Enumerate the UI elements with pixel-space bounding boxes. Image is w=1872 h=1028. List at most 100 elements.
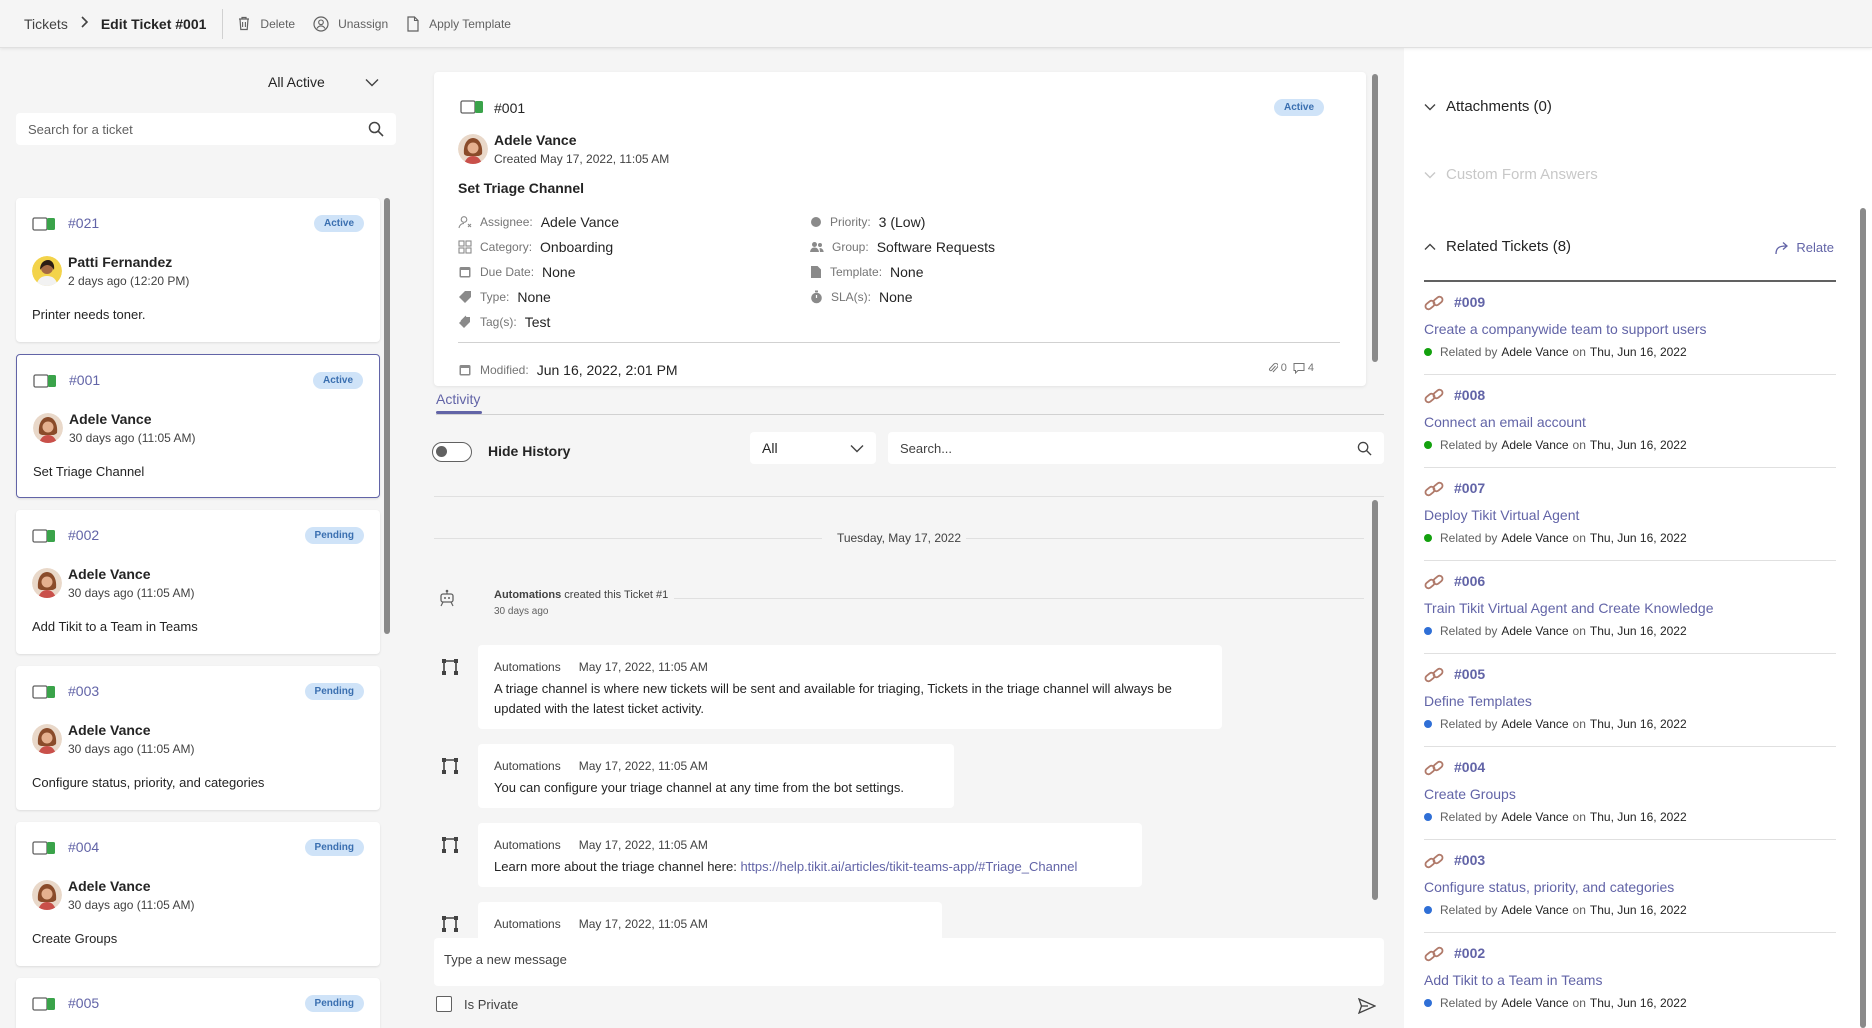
related-by-label: Related by [1440, 345, 1498, 359]
attachments-section-header[interactable]: Attachments (0) [1424, 98, 1552, 115]
search-icon[interactable] [1357, 441, 1372, 456]
send-icon[interactable] [1357, 997, 1377, 1017]
related-on-label: on [1572, 345, 1586, 359]
ticket-card[interactable]: #002 Pending Adele Vance 30 days ago (11… [16, 510, 380, 654]
feed-scrollbar[interactable] [1372, 500, 1378, 900]
ticket-id[interactable]: #021 [68, 215, 99, 231]
modified-label: Modified: [480, 363, 529, 377]
ticket-card-selected[interactable]: #001 Active Adele Vance 30 days ago (11:… [16, 354, 380, 498]
related-ticket-item[interactable]: #009 Create a companywide team to suppor… [1424, 282, 1836, 375]
tags-field[interactable]: Tag(s): Test [458, 314, 550, 330]
link-icon [1424, 386, 1444, 409]
related-ticket-item[interactable]: #004 Create Groups Related by Adele Vance… [1424, 747, 1836, 840]
status-dot [1424, 627, 1432, 635]
link-icon [1424, 479, 1444, 502]
related-ticket-id[interactable]: #008 [1454, 387, 1485, 403]
breadcrumb-tickets[interactable]: Tickets [24, 16, 68, 32]
ticket-search-input[interactable]: Search for a ticket [16, 113, 396, 145]
related-by: Related by Adele Vance on Thu, Jun 16, 2022 [1424, 438, 1691, 452]
assignee-field[interactable]: Assignee: Adele Vance [458, 214, 619, 230]
ticket-id[interactable]: #004 [68, 839, 99, 855]
message-time: May 17, 2022, 11:05 AM [578, 838, 708, 852]
related-ticket-title[interactable]: Deploy Tikit Virtual Agent [1424, 507, 1579, 523]
ticket-list-scrollbar[interactable] [384, 198, 390, 634]
ticket-id[interactable]: #005 [68, 995, 99, 1011]
related-date: Thu, Jun 16, 2022 [1589, 996, 1687, 1010]
system-event: Automations created this Ticket #1 [494, 589, 675, 601]
related-ticket-item[interactable]: #002 Add Tikit to a Team in Teams Relate… [1424, 933, 1836, 1026]
related-date: Thu, Jun 16, 2022 [1589, 717, 1687, 731]
priority-label: Priority: [830, 215, 871, 229]
ticket-card[interactable]: #005 Pending [16, 978, 380, 1028]
related-ticket-id[interactable]: #004 [1454, 759, 1485, 775]
unassign-button[interactable]: Unassign [313, 15, 388, 32]
relate-button[interactable]: Relate [1774, 240, 1834, 255]
avatar [32, 724, 62, 754]
checkbox[interactable] [436, 996, 452, 1012]
activity-search-input[interactable]: Search... [888, 432, 1384, 464]
category-field[interactable]: Category: Onboarding [458, 239, 613, 255]
related-ticket-id[interactable]: #005 [1454, 666, 1485, 682]
hide-history-label: Hide History [488, 443, 571, 459]
related-by-user: Adele Vance [1501, 438, 1569, 452]
related-ticket-title[interactable]: Train Tikit Virtual Agent and Create Kno… [1424, 600, 1714, 616]
message: Automations May 17, 2022, 11:05 AM [478, 902, 942, 938]
related-ticket-id[interactable]: #006 [1454, 573, 1485, 589]
side-panel-scrollbar[interactable] [1860, 208, 1866, 1028]
status-badge[interactable]: Active [1273, 99, 1324, 116]
related-ticket-item[interactable]: #006 Train Tikit Virtual Agent and Creat… [1424, 561, 1836, 654]
status-filter-value: All Active [268, 74, 325, 90]
related-ticket-id[interactable]: #007 [1454, 480, 1485, 496]
ticket-id[interactable]: #001 [69, 372, 100, 388]
template-icon [811, 266, 821, 278]
ticket-card[interactable]: #021 Active Patti Fernandez 2 days ago (… [16, 198, 380, 342]
type-field[interactable]: Type: None [458, 289, 551, 305]
related-ticket-item[interactable]: #003 Configure status, priority, and cat… [1424, 840, 1836, 933]
search-icon[interactable] [368, 121, 384, 137]
delete-button[interactable]: Delete [237, 16, 295, 31]
group-field[interactable]: Group: Software Requests [810, 239, 995, 255]
priority-field[interactable]: Priority: 3 (Low) [810, 214, 925, 230]
related-ticket-title[interactable]: Create Groups [1424, 786, 1516, 802]
chevron-down-icon [1424, 103, 1436, 110]
ticket-card[interactable]: #003 Pending Adele Vance 30 days ago (11… [16, 666, 380, 810]
related-ticket-title[interactable]: Create a companywide team to support use… [1424, 321, 1706, 337]
related-ticket-id[interactable]: #003 [1454, 852, 1485, 868]
triage-help-link[interactable]: https://help.tikit.ai/articles/tikit-tea… [740, 859, 1077, 874]
sla-field[interactable]: SLA(s): None [810, 289, 912, 305]
related-tickets-section-header[interactable]: Related Tickets (8) [1424, 238, 1571, 255]
counts: 0 4 [1268, 362, 1314, 374]
ticket-id[interactable]: #002 [68, 527, 99, 543]
ticket-id[interactable]: #003 [68, 683, 99, 699]
apply-template-label: Apply Template [429, 16, 511, 31]
due-date-field[interactable]: Due Date: None [458, 264, 576, 280]
status-filter-dropdown[interactable]: All Active [268, 74, 379, 90]
related-ticket-item[interactable]: #005 Define Templates Related by Adele Va… [1424, 654, 1836, 747]
hide-history-toggle[interactable] [432, 442, 472, 462]
comment-count: 4 [1307, 362, 1314, 374]
event-text: created this Ticket #1 [564, 589, 669, 601]
is-private-checkbox[interactable]: Is Private [436, 996, 518, 1012]
activity-filter-value: All [762, 440, 778, 456]
related-ticket-title[interactable]: Add Tikit to a Team in Teams [1424, 972, 1602, 988]
status-dot [1424, 534, 1432, 542]
ticket-title[interactable]: Set Triage Channel [458, 180, 584, 196]
apply-template-button[interactable]: Apply Template [406, 15, 511, 32]
related-by-user: Adele Vance [1501, 531, 1569, 545]
message-author: Automations [494, 838, 561, 852]
related-ticket-item[interactable]: #007 Deploy Tikit Virtual Agent Related … [1424, 468, 1836, 561]
related-ticket-title[interactable]: Configure status, priority, and categori… [1424, 879, 1674, 895]
message-composer-input[interactable]: Type a new message [434, 938, 1384, 986]
detail-scrollbar[interactable] [1372, 74, 1378, 362]
related-ticket-item[interactable]: #008 Connect an email account Related by… [1424, 375, 1836, 468]
related-ticket-title[interactable]: Define Templates [1424, 693, 1532, 709]
template-field[interactable]: Template: None [810, 264, 924, 280]
related-ticket-id[interactable]: #009 [1454, 294, 1485, 310]
related-ticket-id[interactable]: #002 [1454, 945, 1485, 961]
ticket-card[interactable]: #004 Pending Adele Vance 30 days ago (11… [16, 822, 380, 966]
share-arrow-icon [1775, 241, 1789, 254]
activity-filter-dropdown[interactable]: All [750, 432, 876, 464]
related-ticket-title[interactable]: Connect an email account [1424, 414, 1586, 430]
tab-activity[interactable]: Activity [436, 391, 480, 407]
chevron-up-icon [1424, 243, 1436, 250]
